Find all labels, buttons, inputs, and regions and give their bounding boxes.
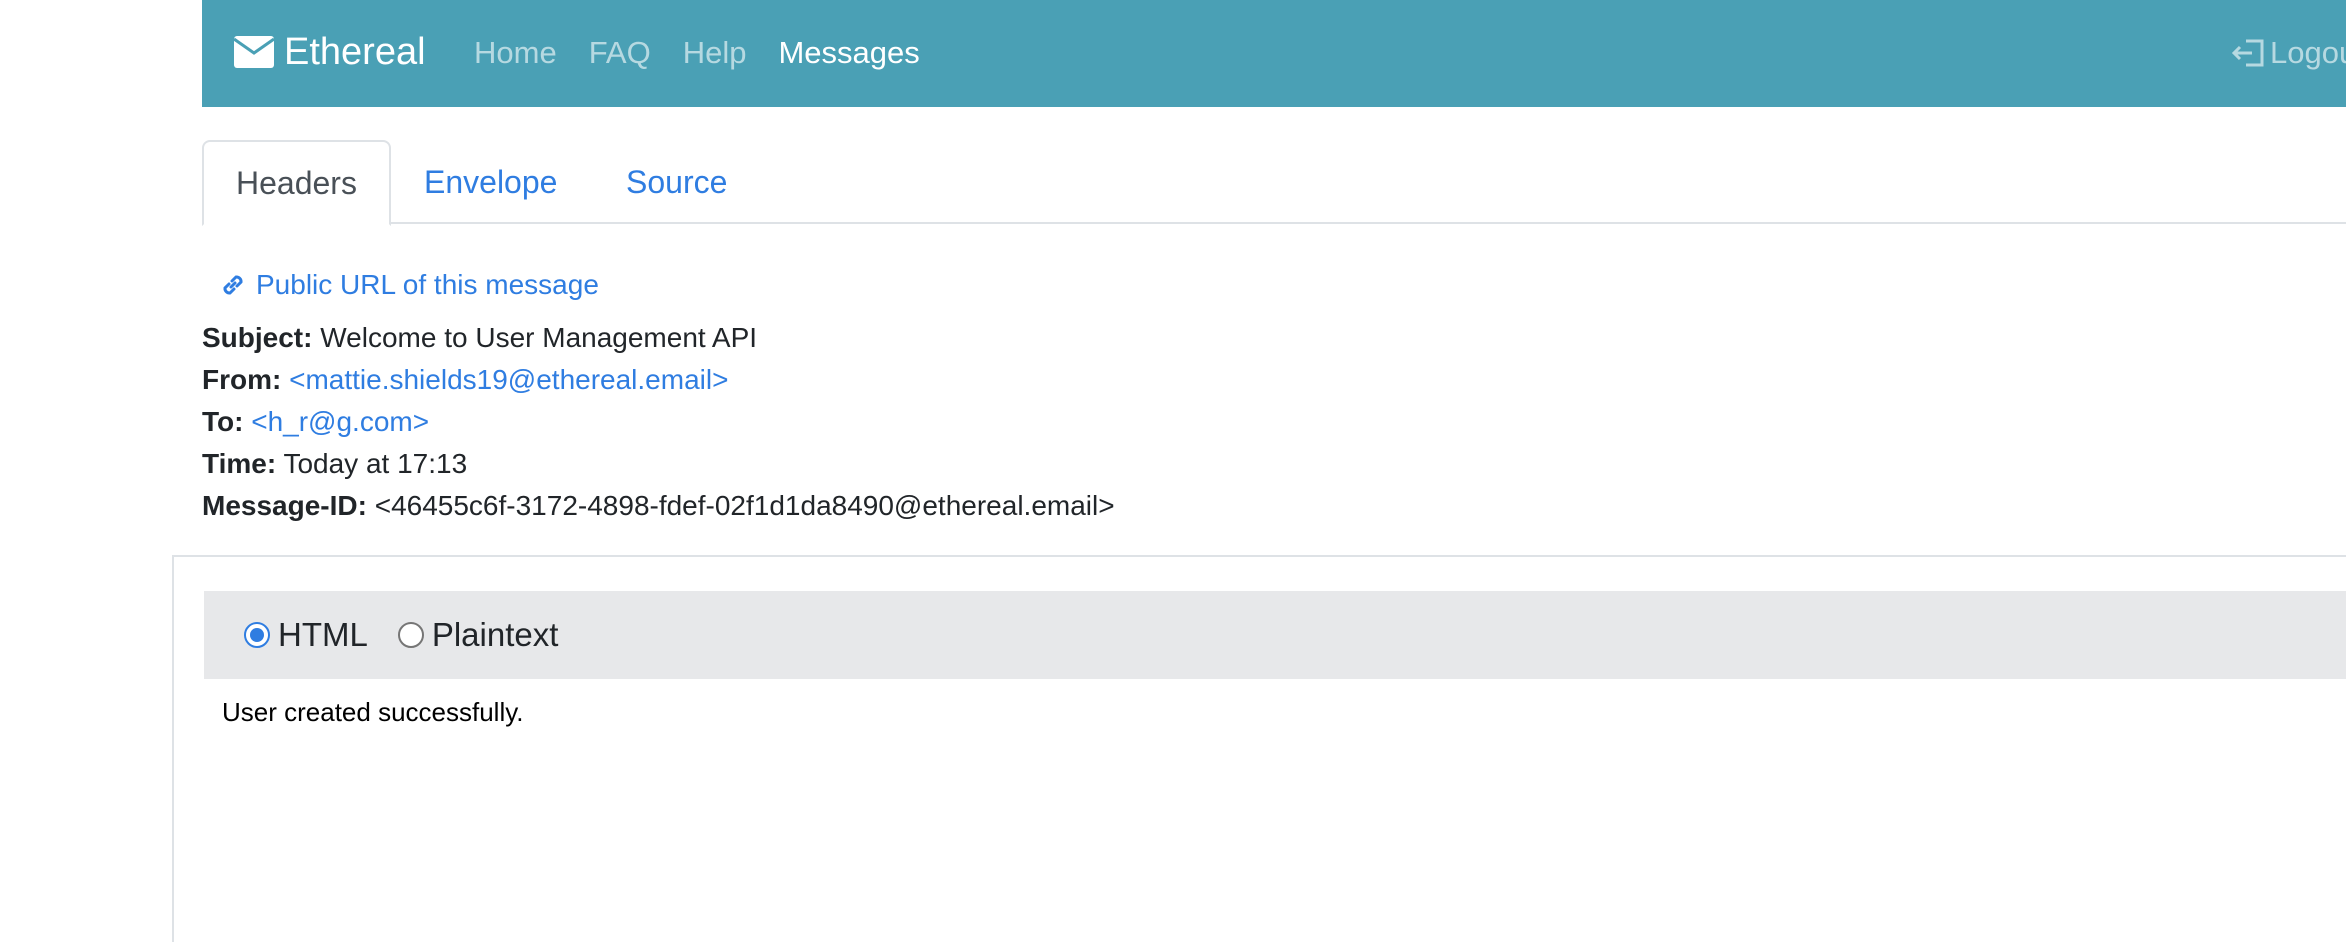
- message-headers: Subject: Welcome to User Management API …: [202, 317, 1115, 527]
- view-mode-group: HTML Plaintext: [244, 611, 588, 659]
- logout-label: Logout: [2270, 35, 2346, 70]
- page: Ethereal Home FAQ Help Messages Logout H…: [0, 0, 2346, 942]
- logout-link[interactable]: Logout: [2232, 30, 2346, 76]
- plaintext-radio-label[interactable]: Plaintext: [432, 611, 559, 659]
- to-label: To:: [202, 406, 244, 437]
- nav-messages[interactable]: Messages: [778, 30, 919, 76]
- time-label: Time:: [202, 448, 277, 479]
- to-address-link[interactable]: <h_r@g.com>: [251, 406, 429, 437]
- time-value: Today at 17:13: [283, 448, 468, 479]
- message-id-label: Message-ID:: [202, 490, 367, 521]
- message-panel: HTML Plaintext User created successfully…: [172, 555, 2346, 942]
- link-icon: [223, 275, 243, 295]
- message-body: User created successfully.: [222, 697, 524, 727]
- to-line: To: <h_r@g.com>: [202, 401, 1115, 443]
- html-radio-label[interactable]: HTML: [278, 611, 368, 659]
- logout-icon: [2232, 39, 2264, 67]
- navbar: Ethereal Home FAQ Help Messages Logout: [202, 0, 2346, 107]
- from-line: From: <mattie.shields19@ethereal.email>: [202, 359, 1115, 401]
- view-toolbar: HTML Plaintext: [204, 591, 2346, 679]
- public-url-link[interactable]: Public URL of this message: [218, 264, 599, 306]
- time-line: Time: Today at 17:13: [202, 443, 1115, 485]
- nav-faq[interactable]: FAQ: [589, 30, 651, 76]
- message-id-value: <46455c6f-3172-4898-fdef-02f1d1da8490@et…: [374, 490, 1115, 521]
- html-radio[interactable]: [244, 622, 270, 648]
- from-address-link[interactable]: <mattie.shields19@ethereal.email>: [289, 364, 728, 395]
- brand-name: Ethereal: [284, 31, 426, 73]
- nav-help[interactable]: Help: [683, 30, 747, 76]
- subject-line: Subject: Welcome to User Management API: [202, 317, 1115, 359]
- nav-home[interactable]: Home: [474, 30, 557, 76]
- from-label: From:: [202, 364, 282, 395]
- tab-headers[interactable]: Headers: [202, 140, 391, 226]
- envelope-icon: [234, 36, 274, 68]
- plaintext-radio[interactable]: [397, 622, 424, 648]
- message-tabs: Headers Envelope Source: [202, 140, 2346, 226]
- subject-value: Welcome to User Management API: [320, 322, 758, 353]
- tab-envelope[interactable]: Envelope: [424, 140, 557, 224]
- brand-link[interactable]: Ethereal: [234, 26, 426, 78]
- public-url-label: Public URL of this message: [256, 269, 599, 300]
- message-id-line: Message-ID: <46455c6f-3172-4898-fdef-02f…: [202, 485, 1115, 527]
- nav-links: Home FAQ Help Messages: [474, 30, 952, 76]
- tab-source[interactable]: Source: [626, 140, 727, 224]
- subject-label: Subject:: [202, 322, 313, 353]
